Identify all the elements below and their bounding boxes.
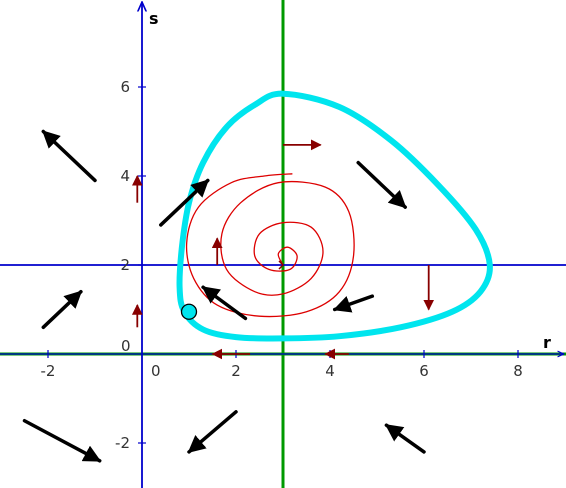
direction-field bbox=[22, 129, 426, 463]
origin-y-label: 0 bbox=[121, 337, 131, 355]
x-tick-label: 6 bbox=[419, 362, 429, 380]
x-tick-label: 4 bbox=[325, 362, 335, 380]
x-tick-label: 8 bbox=[513, 362, 523, 380]
limit-cycle-curve bbox=[176, 90, 493, 342]
start-point-marker bbox=[180, 303, 198, 320]
y-tick-label: 2 bbox=[120, 256, 130, 274]
direction-arrow bbox=[187, 410, 238, 454]
x-axis-label: r bbox=[543, 333, 551, 352]
direction-arrow bbox=[201, 285, 248, 321]
origin-x-label: 0 bbox=[151, 362, 161, 380]
direction-arrow bbox=[41, 129, 97, 183]
y-axis-label: s bbox=[149, 9, 159, 28]
direction-arrow bbox=[22, 419, 102, 463]
y-tick-label: 6 bbox=[120, 78, 130, 96]
direction-arrow bbox=[41, 289, 83, 330]
y-tick-label: -2 bbox=[115, 434, 130, 452]
limit-cycle bbox=[176, 90, 493, 342]
direction-arrow bbox=[384, 423, 426, 454]
direction-arrow bbox=[356, 160, 407, 209]
phase-plane: -2 2 4 6 8 -2 2 4 6 r s 0 0 bbox=[0, 0, 566, 488]
y-tick-label: 4 bbox=[120, 167, 130, 185]
direction-arrow bbox=[332, 294, 375, 313]
x-tick-label: 2 bbox=[231, 362, 241, 380]
x-tick-label: -2 bbox=[41, 362, 56, 380]
